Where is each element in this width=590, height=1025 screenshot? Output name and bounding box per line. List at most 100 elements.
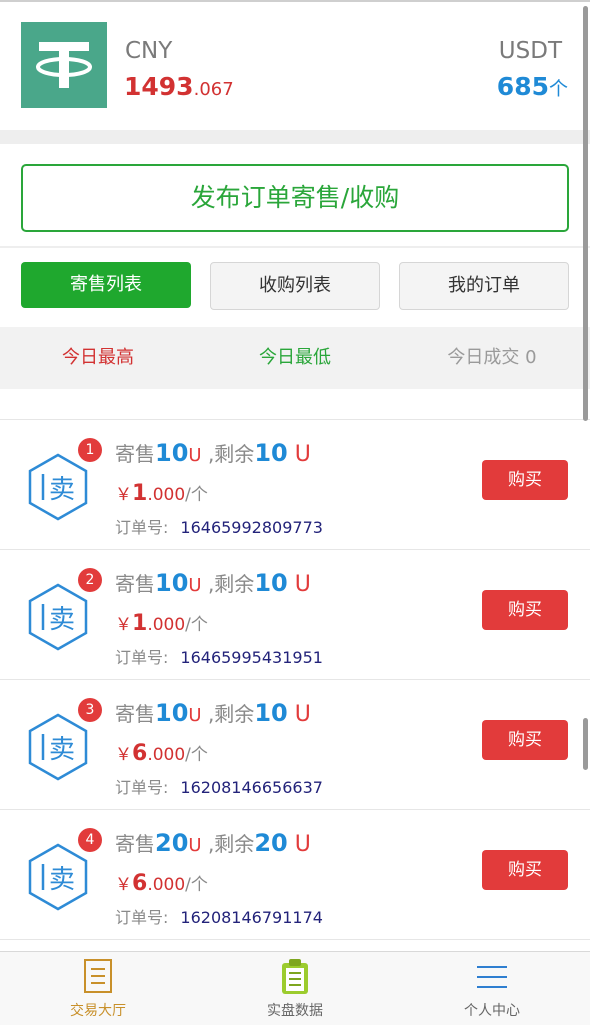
list-item: 卖 4 寄售20U ,剩余20 U ￥6.000/个 订单号: 162081467… <box>0 810 590 940</box>
remain-unit: U <box>287 832 311 857</box>
price-per: /个 <box>185 875 208 895</box>
sell-hex-icon: 卖 <box>23 842 93 912</box>
today-volume: 今日成交 0 <box>447 347 537 368</box>
order-label: 订单号: <box>115 778 169 797</box>
price-frac: .000 <box>147 615 186 635</box>
scrollbar-indicator[interactable] <box>583 718 588 770</box>
order-number: 16465992809773 <box>180 518 323 537</box>
tab-consignment-list[interactable]: 寄售列表 <box>21 262 191 308</box>
publish-order-button[interactable]: 发布订单寄售/收购 <box>21 164 569 232</box>
order-label: 订单号: <box>115 908 169 927</box>
remain-amount: 10 <box>254 569 288 597</box>
daily-stats-bar: 今日最高 今日最低 今日成交 0 <box>0 327 590 389</box>
list-item: 卖 1 寄售10U ,剩余10 U ￥1.000/个 订单号: 164659928… <box>0 420 590 550</box>
nav-label: 交易大厅 <box>70 1003 126 1019</box>
clipboard-icon <box>282 959 308 994</box>
remain-prefix: ,剩余 <box>201 442 255 466</box>
tether-logo-icon <box>21 22 107 108</box>
price-per: /个 <box>185 485 208 505</box>
bottom-nav: 交易大厅 实盘数据 个人中心 <box>0 951 590 1025</box>
sell-unit: U <box>188 705 202 726</box>
sell-amount-line: 寄售10U ,剩余10 U <box>115 438 311 467</box>
tab-my-orders[interactable]: 我的订单 <box>399 262 569 310</box>
buy-button[interactable]: 购买 <box>482 590 568 630</box>
nav-live-data[interactable]: 实盘数据 <box>197 952 393 1025</box>
order-number: 16208146791174 <box>180 908 323 927</box>
price-int: 1 <box>132 481 148 506</box>
currency-symbol: ￥ <box>115 745 132 765</box>
row-divider <box>0 939 590 940</box>
sell-hex-icon: 卖 <box>23 452 93 522</box>
price-frac: .000 <box>147 485 186 505</box>
nav-personal-center[interactable]: 个人中心 <box>394 952 590 1025</box>
price-line: ￥6.000/个 <box>115 870 208 896</box>
sell-amount: 10 <box>155 569 189 597</box>
order-number-line: 订单号: 16208146656637 <box>115 774 323 798</box>
price-line: ￥1.000/个 <box>115 610 208 636</box>
buy-button[interactable]: 购买 <box>482 850 568 890</box>
order-number: 16465995431951 <box>180 648 323 667</box>
sell-prefix: 寄售 <box>115 572 155 596</box>
usdt-balance-unit: 个 <box>548 78 568 100</box>
currency-symbol: ￥ <box>115 485 132 505</box>
sell-amount: 10 <box>155 699 189 727</box>
sell-hex-char: 卖 <box>49 735 75 765</box>
sell-hex-char: 卖 <box>49 605 75 635</box>
document-list-icon <box>84 959 112 993</box>
scrollbar-thumb[interactable] <box>583 6 588 421</box>
sell-prefix: 寄售 <box>115 442 155 466</box>
rank-badge: 1 <box>78 438 102 462</box>
balance-header: CNY 1493.067 USDT 685个 <box>0 2 590 130</box>
remain-prefix: ,剩余 <box>201 832 255 856</box>
remain-prefix: ,剩余 <box>201 702 255 726</box>
list-item: 卖 3 寄售10U ,剩余10 U ￥6.000/个 订单号: 162081466… <box>0 680 590 810</box>
rank-badge: 3 <box>78 698 102 722</box>
currency-symbol: ￥ <box>115 875 132 895</box>
usdt-balance: 685个 <box>497 72 568 101</box>
remain-unit: U <box>287 702 311 727</box>
buy-button[interactable]: 购买 <box>482 460 568 500</box>
order-number-line: 订单号: 16208146791174 <box>115 904 323 928</box>
usdt-balance-value: 685 <box>496 72 549 101</box>
price-int: 6 <box>132 871 148 896</box>
price-frac: .000 <box>147 745 186 765</box>
cny-balance: 1493.067 <box>124 72 234 101</box>
today-high: 今日最高 <box>62 347 134 368</box>
sell-unit: U <box>188 835 202 856</box>
remain-unit: U <box>287 442 311 467</box>
remain-amount: 20 <box>254 829 288 857</box>
rank-badge: 4 <box>78 828 102 852</box>
tab-purchase-list[interactable]: 收购列表 <box>210 262 380 310</box>
sell-amount: 10 <box>155 439 189 467</box>
sell-amount-line: 寄售10U ,剩余10 U <box>115 698 311 727</box>
remain-prefix: ,剩余 <box>201 572 255 596</box>
order-number-line: 订单号: 16465995431951 <box>115 644 323 668</box>
order-number: 16208146656637 <box>180 778 323 797</box>
price-per: /个 <box>185 745 208 765</box>
order-label: 订单号: <box>115 518 169 537</box>
rank-badge: 2 <box>78 568 102 592</box>
sell-prefix: 寄售 <box>115 702 155 726</box>
order-label: 订单号: <box>115 648 169 667</box>
section-divider <box>0 246 590 248</box>
nav-trading-hall[interactable]: 交易大厅 <box>0 952 196 1025</box>
sell-hex-char: 卖 <box>49 475 75 505</box>
sell-amount: 20 <box>155 829 189 857</box>
price-per: /个 <box>185 615 208 635</box>
usdt-label: USDT <box>498 38 562 64</box>
menu-lines-icon <box>477 966 507 988</box>
remain-amount: 10 <box>254 699 288 727</box>
order-number-line: 订单号: 16465992809773 <box>115 514 323 538</box>
price-int: 1 <box>132 611 148 636</box>
sell-unit: U <box>188 575 202 596</box>
price-int: 6 <box>132 741 148 766</box>
sell-hex-icon: 卖 <box>23 712 93 782</box>
sell-amount-line: 寄售20U ,剩余20 U <box>115 828 311 857</box>
list-spacer <box>0 389 590 420</box>
buy-button[interactable]: 购买 <box>482 720 568 760</box>
sell-amount-line: 寄售10U ,剩余10 U <box>115 568 311 597</box>
price-frac: .000 <box>147 875 186 895</box>
price-line: ￥6.000/个 <box>115 740 208 766</box>
cny-balance-int: 1493 <box>124 72 194 101</box>
nav-label: 个人中心 <box>464 1003 520 1019</box>
